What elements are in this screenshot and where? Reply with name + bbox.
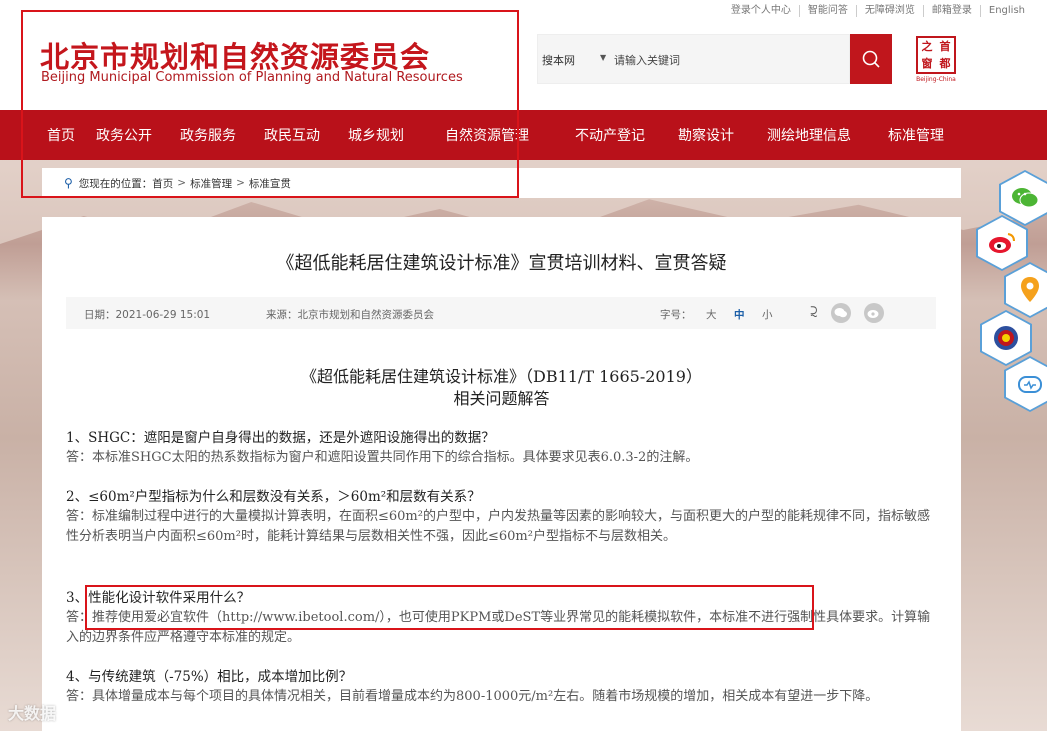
chevron-down-icon[interactable]: ▼ (600, 53, 606, 62)
location-pin-icon: ⚲ (64, 176, 73, 190)
nav-item-survey-design[interactable]: 勘察设计 (678, 125, 734, 145)
nav-item-gov-services[interactable]: 政务服务 (180, 125, 236, 145)
font-size-small[interactable]: 小 (762, 307, 773, 322)
wechat-share-icon[interactable] (831, 303, 851, 323)
nav-item-natural-resources[interactable]: 自然资源管理 (445, 125, 529, 145)
weibo-share-icon[interactable] (864, 303, 884, 323)
main-nav: 首页 政务公开 政务服务 政民互动 城乡规划 自然资源管理 不动产登记 勘察设计… (0, 110, 1047, 160)
nav-item-surveying-mapping[interactable]: 测绘地理信息 (767, 125, 851, 145)
breadcrumb-prefix: 您现在的位置： (78, 177, 153, 190)
search-input[interactable] (614, 49, 834, 71)
nav-item-real-estate[interactable]: 不动产登记 (575, 125, 645, 145)
question: 2、≤60m²户型指标为什么和层数没有关系，＞60m²和层数有关系？ (66, 489, 481, 505)
page-title: 《超低能耗居住建筑设计标准》宣贯培训材料、宣贯答疑 (276, 253, 727, 274)
breadcrumb-current[interactable]: 标准宣贯 (249, 176, 291, 191)
watermark-text: 大数据 (8, 704, 57, 723)
breadcrumb: ⚲ 您现在的位置： 首页 > 标准管理 > 标准宣贯 (42, 168, 961, 198)
nav-item-home[interactable]: 首页 (47, 125, 75, 145)
seal-char: 之 (921, 40, 933, 53)
nav-item-gov-affairs-open[interactable]: 政务公开 (96, 125, 152, 145)
watermark-logo: 大数据 (8, 700, 56, 724)
search-button[interactable] (850, 34, 892, 84)
article-date: 日期：2021-06-29 15:01 (84, 309, 211, 321)
share-icon[interactable]: ⫈ (810, 305, 818, 320)
question: 4、与传统建筑（-75%）相比，成本增加比例？ (66, 669, 353, 685)
qa-item: 2、≤60m²户型指标为什么和层数没有关系，＞60m²和层数有关系？ 答：标准编… (66, 487, 938, 547)
top-link[interactable]: English (979, 5, 1033, 17)
top-link[interactable]: 邮箱登录 (922, 5, 980, 17)
article-meta-bar: 日期：2021-06-29 15:01 来源：北京市规划和自然资源委员会 字号：… (66, 297, 936, 329)
top-link[interactable]: 无障碍浏览 (855, 5, 923, 17)
font-size-label: 字号： (660, 309, 692, 321)
nav-item-planning[interactable]: 城乡规划 (348, 125, 404, 145)
qa-item: 3、性能化设计软件采用什么？ 答：推荐使用爱必宜软件（http://www.ib… (66, 588, 938, 648)
capital-seal-logo[interactable]: 之 首 窗 都 Beijing-China (913, 36, 959, 86)
question: 1、SHGC：遮阳是窗户自身得出的数据，还是外遮阳设施得出的数据？ (66, 430, 495, 446)
seal-char: 首 (939, 40, 951, 53)
answer: 答：本标准SHGC太阳的热系数指标为窗户和遮阳设置共同作用下的综合指标。具体要求… (66, 450, 699, 465)
top-link[interactable]: 智能问答 (798, 5, 856, 17)
breadcrumb-home[interactable]: 首页 (152, 176, 173, 191)
article-source: 来源：北京市规划和自然资源委员会 (266, 309, 434, 321)
nav-item-standards[interactable]: 标准管理 (888, 125, 944, 145)
seal-char: 都 (939, 57, 951, 70)
search-icon (862, 50, 880, 68)
font-size-large[interactable]: 大 (706, 307, 717, 322)
answer: 答：具体增量成本与每个项目的具体情况相关，目前看增量成本约为800-1000元/… (66, 689, 879, 704)
answer: 答：推荐使用爱必宜软件（http://www.ibetool.com/），也可使… (66, 610, 931, 645)
article-panel: 《超低能耗居住建筑设计标准》宣贯培训材料、宣贯答疑 日期：2021-06-29 … (42, 217, 961, 731)
nav-item-interaction[interactable]: 政民互动 (264, 125, 320, 145)
search-box: 搜本网 ▼ (537, 34, 850, 84)
font-size-medium[interactable]: 中 (734, 307, 745, 322)
question: 3、性能化设计软件采用什么？ (66, 590, 251, 606)
search-scope-select[interactable]: 搜本网 (542, 52, 575, 68)
top-link[interactable]: 登录个人中心 (723, 5, 799, 17)
site-header: 登录个人中心 智能问答 无障碍浏览 邮箱登录 English 北京市规划和自然资… (0, 0, 1047, 110)
qa-item: 1、SHGC：遮阳是窗户自身得出的数据，还是外遮阳设施得出的数据？ 答：本标准S… (66, 428, 938, 468)
top-links: 登录个人中心 智能问答 无障碍浏览 邮箱登录 English (723, 5, 1033, 17)
seal-char: 窗 (921, 57, 933, 70)
document-title: 《超低能耗居住建筑设计标准》（DB11/T 1665-2019） (301, 367, 702, 386)
qa-item: 4、与传统建筑（-75%）相比，成本增加比例？ 答：具体增量成本与每个项目的具体… (66, 667, 938, 707)
breadcrumb-separator: > (236, 177, 245, 189)
answer: 答：标准编制过程中进行的大量模拟计算表明，在面积≤60m²的户型中，户内发热量等… (66, 509, 930, 544)
breadcrumb-standards[interactable]: 标准管理 (190, 176, 232, 191)
document-subtitle: 相关问题解答 (453, 389, 550, 408)
seal-caption: Beijing-China (916, 76, 956, 83)
breadcrumb-separator: > (177, 177, 187, 189)
site-logo-en[interactable]: Beijing Municipal Commission of Planning… (41, 70, 463, 85)
